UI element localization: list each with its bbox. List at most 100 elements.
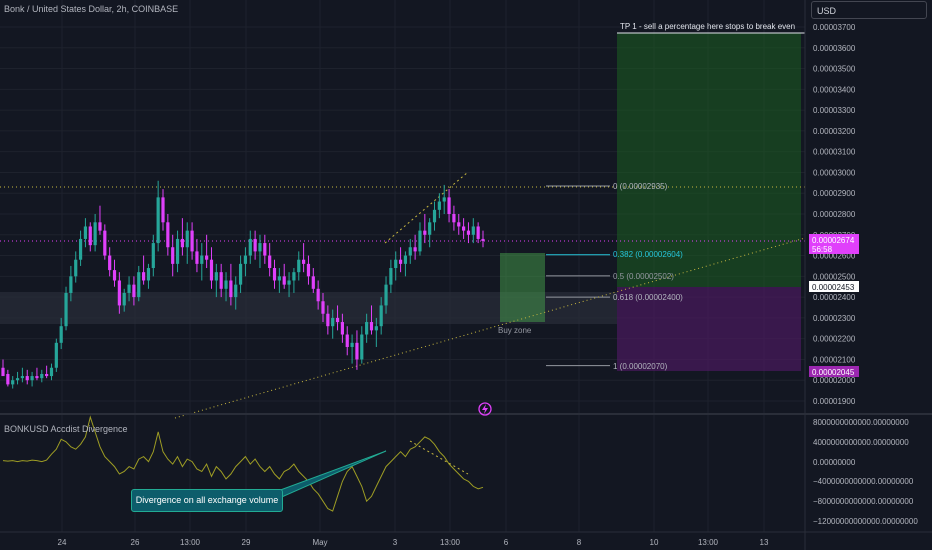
candle-body — [263, 243, 267, 256]
lower-marker-value: 0.00002045 — [812, 368, 855, 377]
candle-body — [384, 284, 388, 306]
price-tick-label: 0.00003600 — [813, 44, 856, 53]
candle-body — [117, 280, 121, 306]
fib-label-0: 0 (0.00002935) — [613, 182, 668, 191]
candlestick-series — [1, 180, 485, 389]
candle-body — [83, 226, 88, 239]
profit-zone — [617, 33, 801, 287]
upper-marker-value: 0.00002453 — [812, 283, 855, 292]
candle-body — [423, 230, 427, 235]
candle-body — [432, 209, 437, 223]
candle-body — [403, 255, 408, 264]
price-tick-label: 0.00002800 — [813, 210, 856, 219]
candle-body — [20, 376, 24, 379]
candle-body — [462, 226, 466, 231]
candle-body — [306, 263, 311, 277]
candle-body — [355, 342, 359, 360]
divergence-callout: Divergence on all exchange volume — [131, 489, 283, 512]
time-tick-label: 13:00 — [440, 538, 461, 547]
candle-body — [350, 342, 354, 347]
osc-tick-label: 0.00000000 — [813, 458, 856, 467]
candle-body — [243, 255, 248, 264]
candle-body — [219, 272, 223, 289]
osc-tick-label: −12000000000000.00000000 — [813, 517, 918, 526]
candle-body — [69, 276, 73, 293]
candle-body — [277, 276, 281, 281]
upper-marker-badge: 0.00002453 — [809, 281, 859, 292]
candle-body — [146, 268, 151, 281]
osc-tick-label: 8000000000000.00000000 — [813, 418, 909, 427]
time-tick-label: 13 — [760, 538, 769, 547]
candle-body — [272, 268, 277, 281]
candle-body — [180, 238, 184, 248]
candle-body — [74, 259, 78, 277]
candle-body — [200, 255, 204, 264]
candle-body — [408, 247, 412, 256]
fib-label-0618: 0.618 (0.00002400) — [613, 293, 683, 302]
candle-body — [365, 322, 369, 335]
candle-body — [311, 276, 315, 289]
osc-divergence-line — [409, 440, 469, 475]
candle-body — [205, 255, 209, 260]
candle-body — [175, 238, 180, 264]
osc-tick-label: 4000000000000.00000000 — [813, 438, 909, 447]
lower-marker-badge: 0.00002045 — [809, 366, 859, 377]
price-tick-label: 0.00003500 — [813, 65, 856, 74]
time-tick-label: 13:00 — [698, 538, 719, 547]
candle-body — [418, 230, 422, 252]
candle-body — [151, 243, 155, 269]
candle-body — [137, 272, 141, 298]
candle-body — [292, 272, 296, 281]
time-tick-label: 26 — [131, 538, 140, 547]
tp-label: TP 1 - sell a percentage here stops to b… — [620, 22, 796, 31]
time-axis[interactable]: 24 26 13:00 29 May 3 13:00 6 8 10 13:00 13 — [58, 538, 769, 547]
candle-body — [258, 243, 262, 252]
osc-tick-label: −8000000000000.00000000 — [813, 497, 914, 506]
time-tick-label: 24 — [58, 538, 67, 547]
candle-body — [253, 238, 257, 252]
candle-body — [476, 226, 480, 239]
candle-body — [297, 259, 301, 273]
fib-label-0382: 0.382 (0.00002604) — [613, 250, 683, 259]
time-tick-label: 29 — [242, 538, 251, 547]
candle-body — [11, 380, 15, 385]
oscillator-axis[interactable]: 8000000000000.00000000 4000000000000.0000… — [813, 418, 918, 526]
candle-body — [185, 230, 189, 248]
candle-body — [30, 376, 34, 381]
rising-wedge-line — [384, 171, 469, 244]
candle-body — [447, 197, 451, 214]
candle-body — [321, 301, 325, 314]
time-tick-label: May — [312, 538, 327, 547]
price-tick-label: 0.00002500 — [813, 272, 856, 281]
candle-body — [166, 222, 170, 248]
candle-body — [45, 373, 49, 377]
price-tick-label: 0.00003100 — [813, 148, 856, 157]
candle-body — [156, 197, 160, 244]
candle-body — [171, 247, 175, 264]
candle-body — [59, 326, 63, 343]
price-tick-label: 0.00003700 — [813, 23, 856, 32]
candle-body — [54, 342, 58, 368]
price-tick-label: 0.00002200 — [813, 335, 856, 344]
candle-body — [234, 284, 238, 298]
osc-tick-label: −4000000000000.00000000 — [813, 477, 914, 486]
candle-body — [282, 276, 286, 285]
candle-body — [15, 378, 20, 381]
candle-body — [25, 376, 29, 381]
price-tick-label: 0.00001900 — [813, 397, 856, 406]
candle-body — [398, 259, 403, 264]
price-tick-label: 0.00002000 — [813, 376, 856, 385]
candle-body — [360, 334, 364, 360]
price-chart[interactable]: 0.00003700 0.00003600 0.00003500 0.00003400… — [0, 0, 932, 550]
candle-body — [6, 373, 10, 385]
candle-body — [1, 367, 5, 377]
candle-body — [316, 288, 320, 302]
candle-body — [452, 214, 456, 223]
currency-button[interactable]: USD — [811, 1, 927, 19]
buy-zone-box — [500, 253, 545, 322]
candle-countdown: 56:58 — [812, 245, 833, 254]
candle-body — [428, 222, 432, 235]
candle-body — [209, 259, 214, 281]
price-axis[interactable]: 0.00003700 0.00003600 0.00003500 0.00003400… — [813, 23, 856, 406]
oscillator-title: BONKUSD Accdist Divergence — [4, 424, 128, 434]
